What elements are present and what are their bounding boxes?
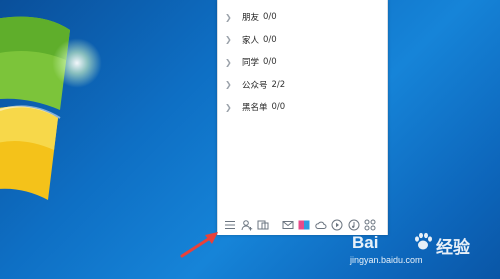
chevron-right-icon: ❯ xyxy=(225,102,232,112)
watermark-url: jingyan.baidu.com xyxy=(350,255,423,265)
group-name: 同学 xyxy=(242,58,260,69)
wallpaper-glow xyxy=(52,38,102,88)
watermark-brand-suffix: 经验 xyxy=(436,238,470,257)
gallery-icon xyxy=(298,220,310,230)
cloud-button[interactable] xyxy=(313,217,329,233)
group-name: 黑名单 xyxy=(242,103,268,114)
red-pointer-arrow xyxy=(180,232,218,258)
group-name: 公众号 xyxy=(242,80,268,91)
group-name: 家人 xyxy=(242,35,260,46)
chevron-right-icon: ❯ xyxy=(225,35,232,45)
group-count: 0/0 xyxy=(263,12,277,23)
baidu-paw-icon xyxy=(415,232,432,250)
music-icon xyxy=(348,219,359,231)
app-manager-button[interactable] xyxy=(255,217,271,233)
group-count: 2/2 xyxy=(271,79,286,90)
mail-button[interactable] xyxy=(280,217,296,233)
contact-group-list: ❯ 朋友 0/0 ❯ 家人 0/0 ❯ 同学 0/0 ❯ 公众号 2/2 ❯ 黑… xyxy=(218,0,387,119)
group-count: 0/0 xyxy=(263,57,277,68)
contact-group-friends[interactable]: ❯ 朋友 0/0 xyxy=(218,6,387,29)
contact-group-family[interactable]: ❯ 家人 0/0 xyxy=(218,29,387,52)
chevron-right-icon: ❯ xyxy=(225,12,232,22)
add-contact-icon xyxy=(241,220,252,231)
app-manager-icon xyxy=(257,220,269,230)
cloud-icon xyxy=(314,221,326,229)
group-name: 朋友 xyxy=(242,13,260,24)
contact-group-blacklist[interactable]: ❯ 黑名单 0/0 xyxy=(218,96,387,119)
contact-group-classmates[interactable]: ❯ 同学 0/0 xyxy=(218,51,387,74)
contact-group-official-accounts[interactable]: ❯ 公众号 2/2 xyxy=(218,74,387,97)
contacts-panel: ❯ 朋友 0/0 ❯ 家人 0/0 ❯ 同学 0/0 ❯ 公众号 2/2 ❯ 黑… xyxy=(217,0,388,235)
windows-logo-wallpaper xyxy=(0,0,120,200)
menu-icon xyxy=(225,220,235,230)
chevron-right-icon: ❯ xyxy=(225,80,232,90)
group-count: 0/0 xyxy=(263,34,277,45)
menu-button[interactable] xyxy=(222,217,238,233)
baidu-watermark: Bai 经验 jingyan.baidu.com xyxy=(342,231,492,273)
group-count: 0/0 xyxy=(271,102,286,113)
add-contact-button[interactable] xyxy=(239,217,255,233)
chevron-right-icon: ❯ xyxy=(225,57,232,67)
mail-icon xyxy=(282,221,293,229)
video-icon xyxy=(331,219,343,231)
gallery-button[interactable] xyxy=(296,217,312,233)
apps-grid-icon xyxy=(364,219,376,231)
watermark-brand: Bai xyxy=(352,233,379,252)
